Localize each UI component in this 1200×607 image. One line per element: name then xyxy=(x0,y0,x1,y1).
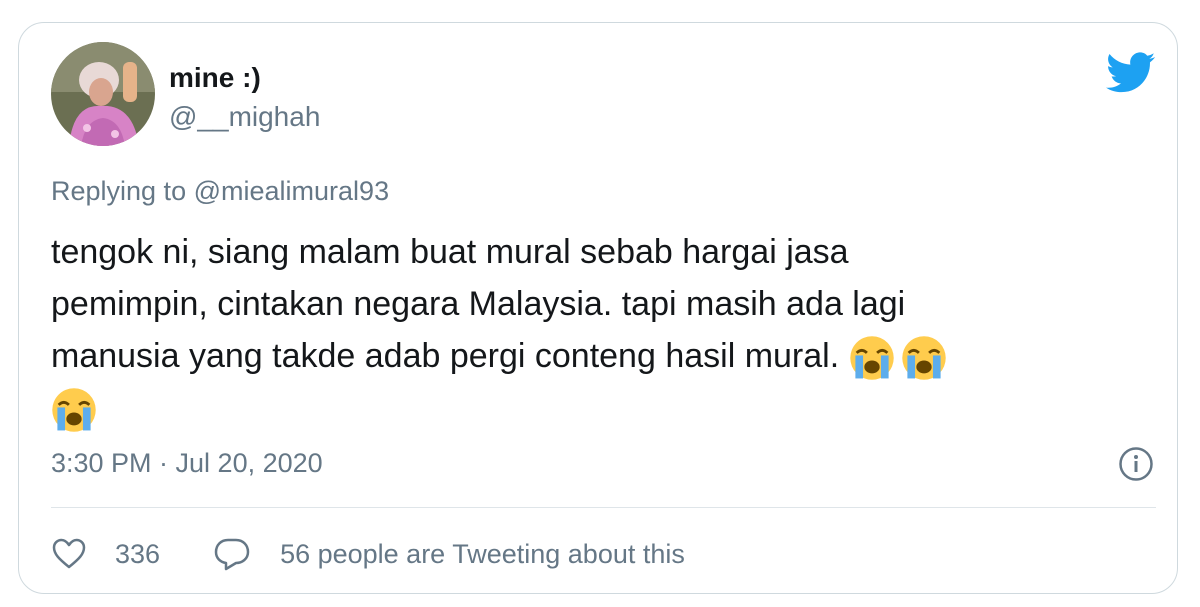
replying-label: Replying to xyxy=(51,176,187,206)
tweet-line: tengok ni, siang malam buat mural sebab … xyxy=(51,233,849,271)
replying-to: Replying to @miealimural93 xyxy=(51,176,389,207)
tweeting-about-link[interactable]: 56 people are Tweeting about this xyxy=(280,539,685,570)
loudly-crying-face-icon xyxy=(849,335,895,381)
tweet-line: manusia yang takde adab pergi conteng ha… xyxy=(51,330,1131,382)
info-icon[interactable] xyxy=(1118,446,1154,482)
display-name[interactable]: mine :) xyxy=(169,62,261,94)
tweet-line: pemimpin, cintakan negara Malaysia. tapi… xyxy=(51,285,906,323)
like-count[interactable]: 336 xyxy=(115,539,160,570)
tweet-line xyxy=(51,382,1131,434)
heart-icon[interactable] xyxy=(51,536,87,572)
loudly-crying-face-icon xyxy=(901,335,947,381)
loudly-crying-face-icon xyxy=(51,387,97,433)
reply-mention-link[interactable]: @miealimural93 xyxy=(194,176,389,206)
avatar[interactable] xyxy=(51,42,155,146)
user-handle[interactable]: @__mighah xyxy=(169,101,320,133)
divider xyxy=(51,507,1156,508)
tweet-line-text: manusia yang takde adab pergi conteng ha… xyxy=(51,337,840,375)
tweet-actions: 336 56 people are Tweeting about this xyxy=(51,532,685,576)
tweet-text: tengok ni, siang malam buat mural sebab … xyxy=(51,226,1131,434)
tweet-timestamp[interactable]: 3:30 PM · Jul 20, 2020 xyxy=(51,448,323,479)
speech-bubble-icon[interactable] xyxy=(214,536,250,572)
twitter-bird-icon[interactable] xyxy=(1106,52,1156,94)
